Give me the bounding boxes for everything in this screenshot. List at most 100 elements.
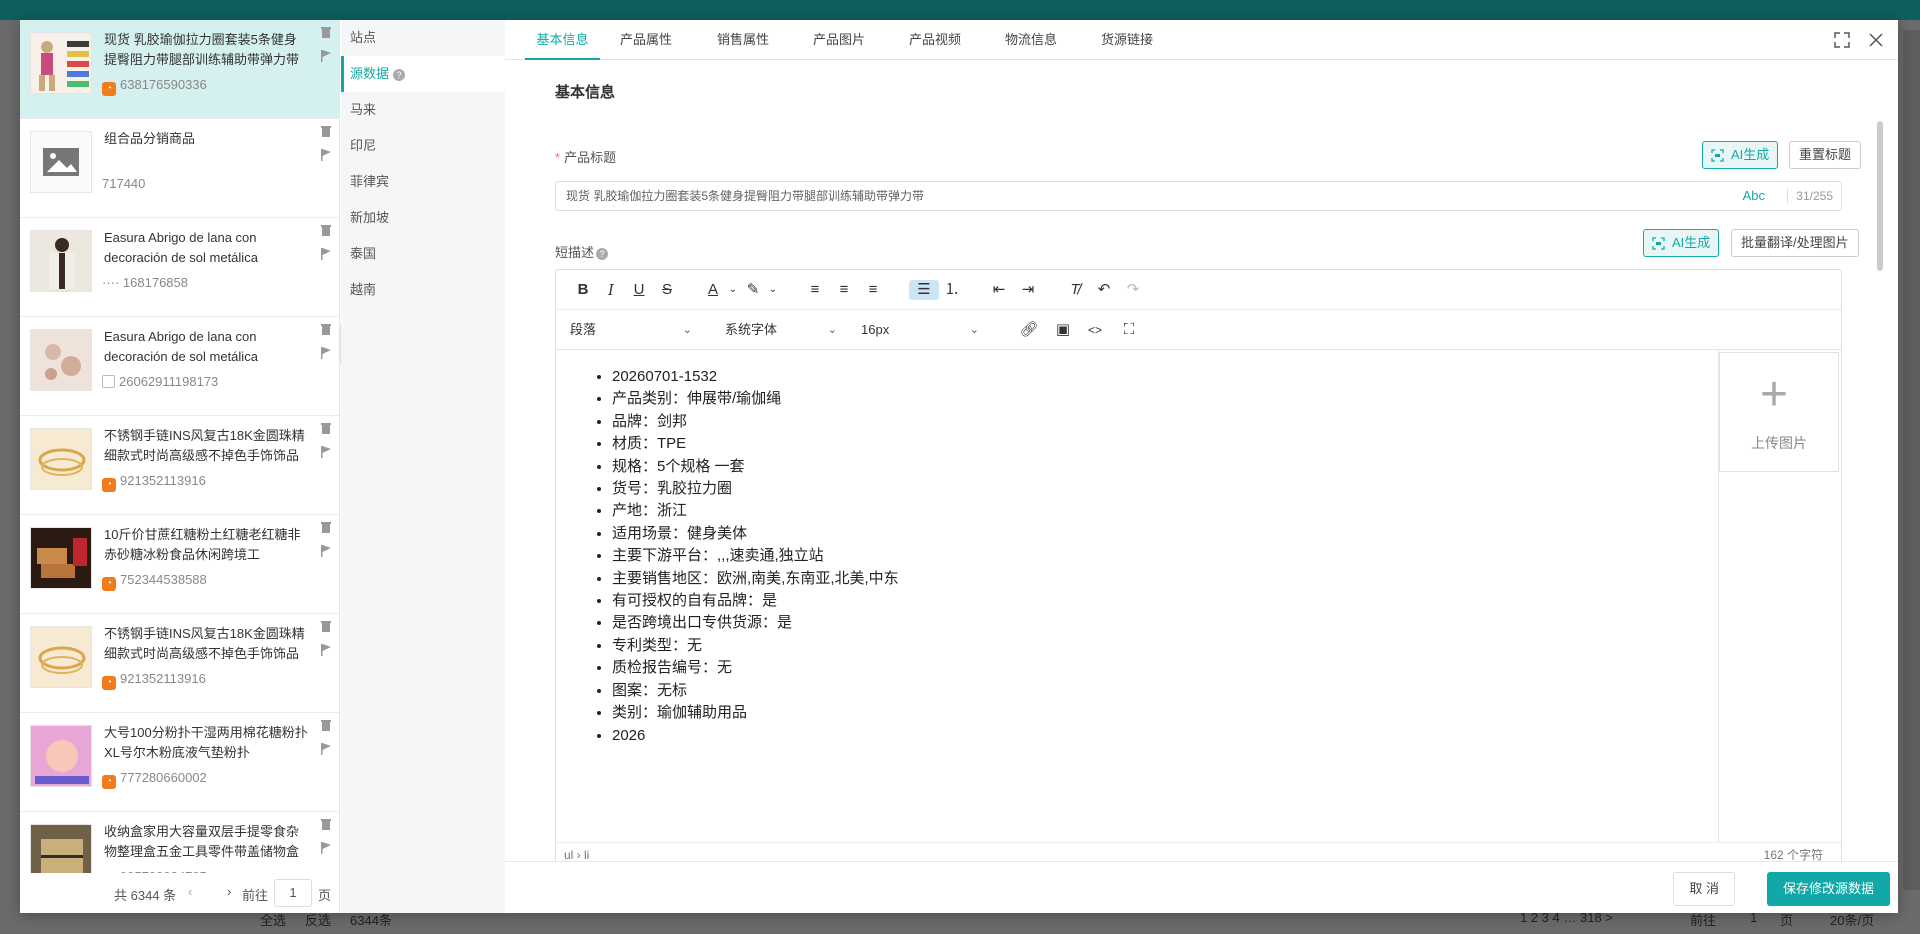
font-family-select[interactable]: 系统字体 ⌄ [711,316,841,344]
strikethrough-icon[interactable]: S [656,280,678,300]
fullscreen-editor-icon[interactable]: ⛶ [1118,320,1140,340]
paragraph-select[interactable]: 段落 ⌄ [556,316,696,344]
close-icon[interactable] [1868,32,1884,48]
case-toggle[interactable]: Abc [1743,182,1765,210]
site-item-thailand[interactable]: 泰国 [341,236,505,272]
upload-image-button[interactable]: + 上传图片 [1719,352,1839,472]
ai-generate-title-button[interactable]: AI生成 [1702,141,1779,169]
flag-icon[interactable] [320,248,332,260]
link-icon[interactable]: 🔗︎ [1018,320,1040,340]
chevron-down-icon: ⌄ [969,324,979,336]
bullet-list-icon[interactable]: ☰ [909,280,939,300]
tab-source-links[interactable]: 货源链接 [1101,20,1153,60]
product-item[interactable]: Easura Abrigo de lana con decoración de … [20,218,340,317]
description-list: 20260701-1532 产品类别：伸展带/瑜伽绳 品牌：剑邦 材质：TPE … [612,366,1718,747]
tab-product-images[interactable]: 产品图片 [813,20,865,60]
help-icon[interactable]: ? [393,69,406,81]
dialog-footer: 取 消 保存修改源数据 [505,861,1898,913]
site-item-indonesia[interactable]: 印尼 [341,128,505,164]
align-left-icon[interactable]: ≡ [804,280,826,300]
highlight-dropdown-icon[interactable]: ⌄ [762,280,784,300]
trash-icon[interactable] [320,224,332,236]
highlight-icon[interactable]: ✎ [742,280,764,300]
trash-icon[interactable] [320,521,332,533]
tab-sales-attributes[interactable]: 销售属性 [717,20,769,60]
product-item[interactable]: 不锈钢手链INS风复古18K金圆珠精细款式时尚高级感不掉色手饰饰品 ◔ 92135… [20,416,340,515]
insert-image-icon[interactable]: ▣ [1052,320,1074,340]
flag-icon[interactable] [320,50,332,62]
code-icon[interactable]: <> [1084,320,1106,340]
select-checkbox[interactable] [102,375,115,388]
site-item-singapore[interactable]: 新加坡 [341,200,505,236]
product-title-input[interactable]: 现货 乳胶瑜伽拉力圈套装5条健身提臀阻力带腿部训练辅助带弹力带 Abc 31/2… [555,181,1842,211]
upload-image-label: 上传图片 [1751,435,1807,451]
product-item[interactable]: 组合品分销商品 717440 [20,119,340,218]
site-item-station[interactable]: 站点 [341,20,505,56]
pager-next-button[interactable]: › [227,884,231,899]
product-thumbnail [30,230,92,292]
trash-icon[interactable] [320,125,332,137]
trash-icon[interactable] [320,323,332,335]
outdent-icon[interactable]: ⇤ [988,280,1010,300]
underline-icon[interactable]: U [628,280,650,300]
site-item-philippines[interactable]: 菲律宾 [341,164,505,200]
pager-page-input[interactable]: 1 [274,879,312,907]
help-icon[interactable]: ? [596,248,609,260]
product-item[interactable]: 10斤价甘蔗红糖粉土红糖老红糖非赤砂糖冰粉食品休闲跨境工 ◔ 7523445385… [20,515,340,614]
form-content: 基本信息 * 产品标题 AI生成 重置标题 现货 乳胶瑜伽拉力圈套装5条健身提臀阻… [505,61,1885,861]
numbered-list-icon[interactable]: ⒈ [941,280,963,300]
fullscreen-icon[interactable] [1834,32,1850,48]
site-item-malaysia[interactable]: 马来 [341,92,505,128]
product-title: 不锈钢手链INS风复古18K金圆珠精细款式时尚高级感不掉色手饰饰品 [104,626,305,661]
cancel-button[interactable]: 取 消 [1673,872,1735,906]
redo-icon[interactable]: ↷ [1122,280,1144,300]
font-size-select[interactable]: 16px ⌄ [853,316,983,344]
scrollbar[interactable] [1877,121,1883,271]
trash-icon[interactable] [320,719,332,731]
align-right-icon[interactable]: ≡ [862,280,884,300]
product-item[interactable]: 大号100分粉扑干湿两用棉花糖粉扑 XL号尔木粉底液气垫粉扑 ◔ 77728066… [20,713,340,812]
ai-generate-desc-button[interactable]: AI生成 [1643,229,1720,257]
pager-prev-button[interactable]: ‹ [188,884,192,899]
product-id: ···· 168176858 [102,275,188,290]
flag-icon[interactable] [320,446,332,458]
align-center-icon[interactable]: ≡ [833,280,855,300]
list-item: 材质：TPE [612,433,1718,455]
site-item-vietnam[interactable]: 越南 [341,272,505,308]
reset-title-button[interactable]: 重置标题 [1789,141,1862,169]
trash-icon[interactable] [320,26,332,38]
tab-bar: 基本信息 产品属性 销售属性 产品图片 产品视频 物流信息 货源链接 [505,20,1898,60]
clear-format-icon[interactable]: T̸ [1064,280,1086,300]
batch-translate-button[interactable]: 批量翻译/处理图片 [1731,229,1859,257]
tab-product-video[interactable]: 产品视频 [909,20,961,60]
italic-icon[interactable]: I [600,280,622,300]
product-thumbnail [30,824,92,873]
flag-icon[interactable] [320,743,332,755]
editor-body[interactable]: 20260701-1532 产品类别：伸展带/瑜伽绳 品牌：剑邦 材质：TPE … [556,350,1718,842]
save-source-data-button[interactable]: 保存修改源数据 [1766,872,1890,906]
trash-icon[interactable] [320,620,332,632]
source-1688-icon: ◔ [102,676,116,690]
flag-icon[interactable] [320,644,332,656]
trash-icon[interactable] [320,422,332,434]
bold-icon[interactable]: B [572,280,594,300]
tab-product-attributes[interactable]: 产品属性 [620,20,672,60]
product-item[interactable]: Easura Abrigo de lana con decoración de … [20,317,340,416]
indent-icon[interactable]: ⇥ [1017,280,1039,300]
background-edge [1903,30,1920,890]
trash-icon[interactable] [320,818,332,830]
flag-icon[interactable] [320,347,332,359]
undo-icon[interactable]: ↶ [1093,280,1115,300]
flag-icon[interactable] [320,545,332,557]
product-item[interactable]: 不锈钢手链INS风复古18K金圆珠精细款式时尚高级感不掉色手饰饰品 ◔ 92135… [20,614,340,713]
flag-icon[interactable] [320,149,332,161]
product-title: 10斤价甘蔗红糖粉土红糖老红糖非赤砂糖冰粉食品休闲跨境工 [104,527,301,562]
flag-icon[interactable] [320,842,332,854]
text-color-icon[interactable]: A [702,280,724,300]
text-color-dropdown-icon[interactable]: ⌄ [722,280,744,300]
tab-logistics[interactable]: 物流信息 [1005,20,1057,60]
tab-basic-info[interactable]: 基本信息 [525,20,600,60]
product-item[interactable]: 收纳盒家用大容量双层手提零食杂物整理盒五金工具零件带盖储物盒 ◔99570902… [20,812,340,873]
site-item-source-data[interactable]: 源数据? [341,56,505,92]
product-item[interactable]: 现货 乳胶瑜伽拉力圈套装5条健身提臀阻力带腿部训练辅助带弹力带 ◔ 6381765… [20,20,340,119]
